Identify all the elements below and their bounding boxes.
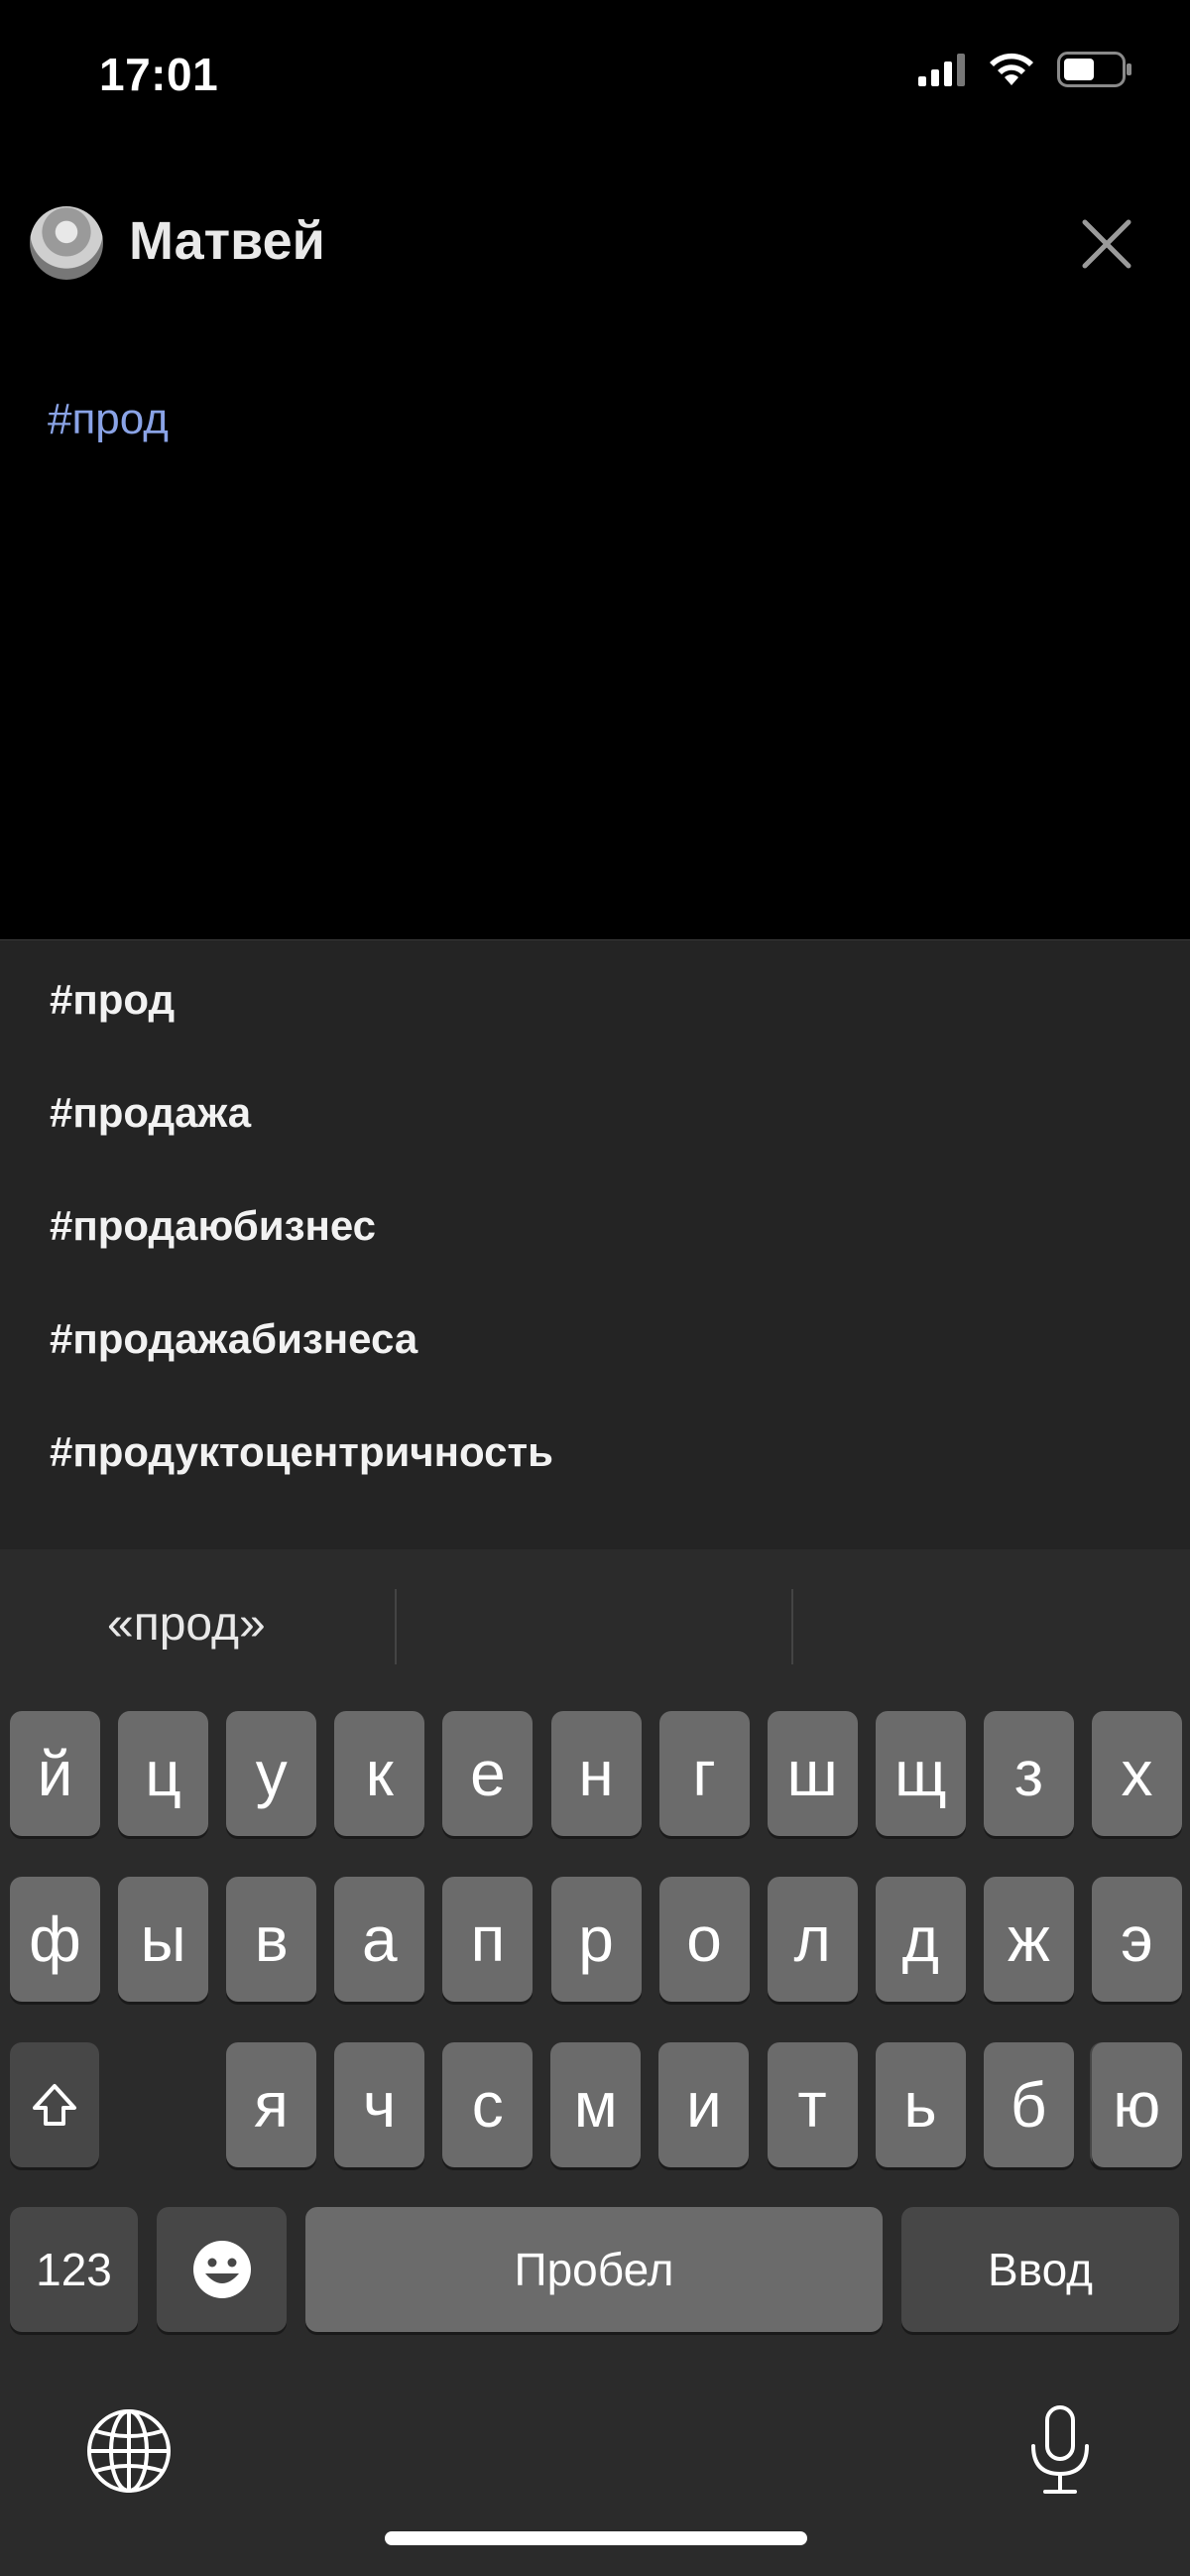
letter-key[interactable]: ш bbox=[767, 1711, 858, 1836]
shift-key[interactable] bbox=[10, 2042, 99, 2167]
letter-key[interactable]: у bbox=[226, 1711, 317, 1836]
letter-key[interactable]: з bbox=[983, 1711, 1074, 1836]
status-time: 17:01 bbox=[99, 49, 219, 100]
letter-key[interactable]: ф bbox=[10, 1877, 100, 2002]
suggestion-item[interactable]: #продуктоцентричность bbox=[50, 1428, 553, 1476]
home-indicator[interactable] bbox=[385, 2531, 807, 2545]
emoji-key[interactable] bbox=[157, 2207, 287, 2332]
suggestion-item[interactable]: #прод bbox=[50, 976, 175, 1024]
shift-icon bbox=[33, 2084, 76, 2126]
author-name: Матвей bbox=[129, 211, 325, 271]
close-icon bbox=[1082, 219, 1131, 269]
return-key[interactable]: Ввод bbox=[901, 2207, 1179, 2332]
letter-key[interactable]: в bbox=[226, 1877, 317, 2002]
letter-key[interactable]: а bbox=[334, 1877, 425, 2002]
post-text-input[interactable]: #прод bbox=[48, 395, 169, 444]
numbers-key[interactable]: 123 bbox=[10, 2207, 138, 2332]
letter-key[interactable]: м bbox=[550, 2042, 642, 2167]
battery-icon bbox=[1057, 52, 1131, 87]
letter-key[interactable]: е bbox=[442, 1711, 534, 1836]
dictation-button[interactable] bbox=[1027, 2404, 1093, 2501]
letter-key[interactable]: я bbox=[226, 2042, 316, 2167]
letter-key[interactable]: т bbox=[767, 2042, 858, 2167]
prediction-bar: «прод» bbox=[0, 1549, 1190, 1708]
letter-key[interactable]: г bbox=[658, 1711, 750, 1836]
globe-button[interactable] bbox=[85, 2407, 173, 2500]
letter-key[interactable]: п bbox=[442, 1877, 534, 2002]
letter-key[interactable]: к bbox=[334, 1711, 425, 1836]
suggestion-item[interactable]: #продаюбизнес bbox=[50, 1202, 376, 1250]
letter-key[interactable]: р bbox=[550, 1877, 642, 2002]
letter-key[interactable]: э bbox=[1092, 1877, 1182, 2002]
suggestion-item[interactable]: #продажа bbox=[50, 1089, 251, 1137]
wifi-icon bbox=[990, 53, 1033, 85]
space-key[interactable]: Пробел bbox=[305, 2207, 883, 2332]
letter-key[interactable]: й bbox=[10, 1711, 100, 1836]
letter-key[interactable]: б bbox=[983, 2042, 1074, 2167]
letter-key[interactable]: ч bbox=[334, 2042, 425, 2167]
avatar[interactable] bbox=[30, 206, 103, 280]
emoji-icon bbox=[192, 2241, 251, 2298]
letter-key[interactable]: д bbox=[875, 1877, 966, 2002]
letter-key[interactable]: о bbox=[658, 1877, 750, 2002]
prediction-divider bbox=[791, 1589, 793, 1664]
letter-key[interactable]: н bbox=[550, 1711, 642, 1836]
letter-key[interactable]: и bbox=[658, 2042, 750, 2167]
prediction-divider bbox=[395, 1589, 397, 1664]
letter-key[interactable]: ы bbox=[118, 1877, 209, 2002]
letter-key[interactable]: ц bbox=[118, 1711, 209, 1836]
letter-key[interactable]: щ bbox=[875, 1711, 966, 1836]
cellular-signal-icon bbox=[918, 54, 965, 86]
letter-key[interactable]: ж bbox=[983, 1877, 1074, 2002]
microphone-icon bbox=[1031, 2405, 1089, 2494]
letter-key[interactable]: ь bbox=[875, 2042, 966, 2167]
prediction-suggestion[interactable]: «прод» bbox=[107, 1597, 266, 1652]
letter-key[interactable]: с bbox=[442, 2042, 534, 2167]
globe-icon bbox=[87, 2409, 171, 2493]
keyboard: «прод» йцукенгшщзх фывапролджэ ячсмитьбю… bbox=[0, 1549, 1190, 2576]
status-icons bbox=[918, 52, 1132, 87]
suggestion-item[interactable]: #продажабизнеса bbox=[50, 1315, 417, 1363]
close-button[interactable] bbox=[1079, 216, 1134, 272]
hashtag-suggestions: #прод #продажа #продаюбизнес #продажабиз… bbox=[0, 939, 1190, 1550]
letter-key[interactable]: ю bbox=[1091, 2042, 1182, 2167]
letter-key[interactable]: л bbox=[767, 1877, 858, 2002]
letter-key[interactable]: х bbox=[1092, 1711, 1182, 1836]
